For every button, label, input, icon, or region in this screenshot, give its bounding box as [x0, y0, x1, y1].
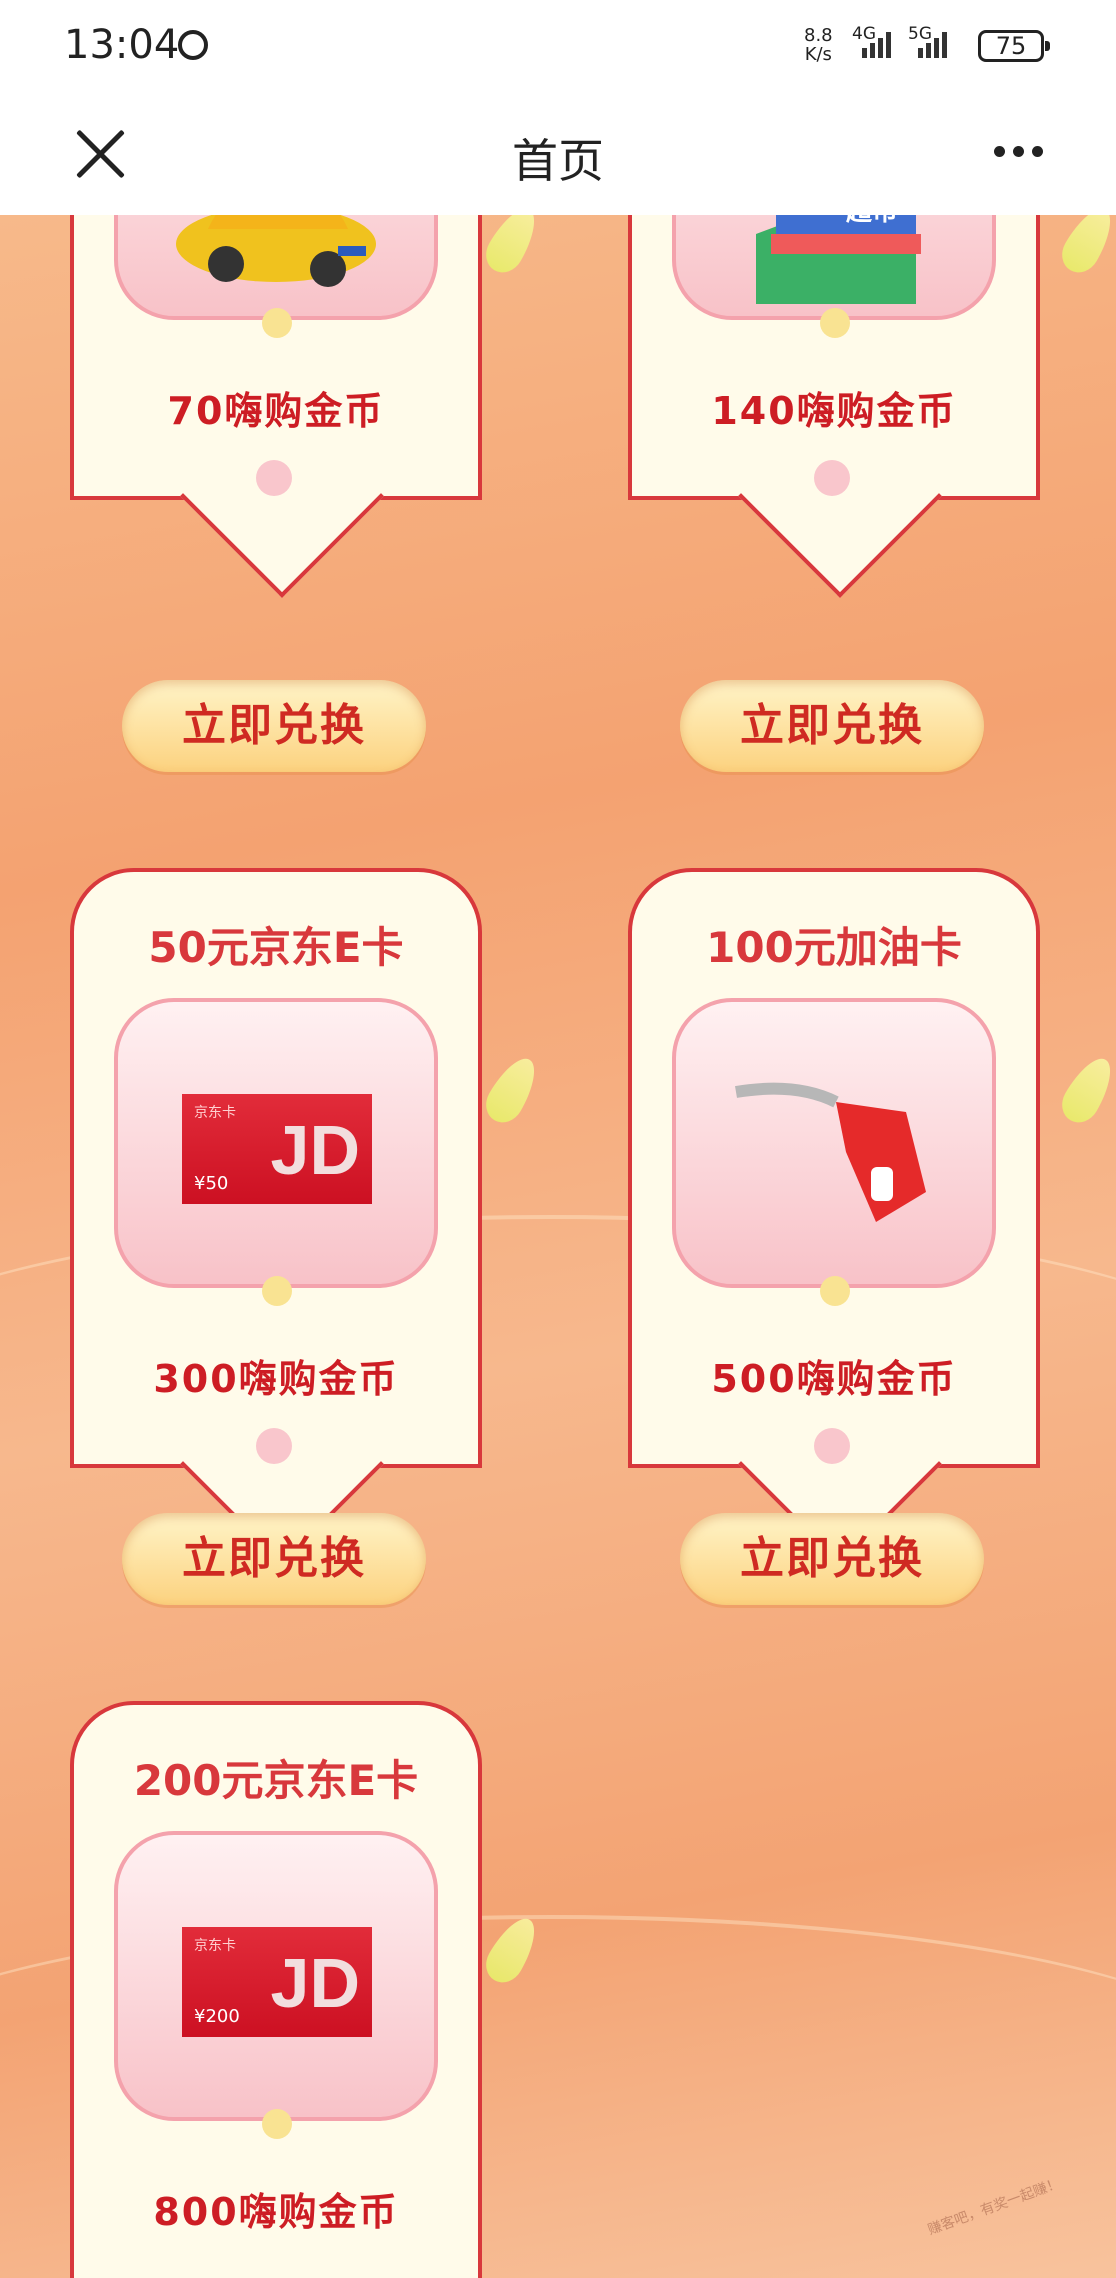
- reward-card: 50元京东E卡 京东卡 ¥50 JD 300嗨购金币: [70, 868, 482, 1508]
- reward-image: [114, 215, 438, 338]
- flower-decoration: [814, 460, 850, 496]
- leaf-decoration: [478, 1050, 546, 1130]
- redeem-button[interactable]: 立即兑换: [122, 680, 426, 772]
- status-bar: 13:04 8.8 K/s 4G 5G 75: [0, 0, 1116, 95]
- content-area: 70嗨购金币 立即兑换 超市 140嗨购金币 立即兑换 50元京东E卡 京东卡 …: [0, 215, 1116, 2278]
- flower-decoration: [256, 460, 292, 496]
- reward-image: 京东卡 ¥50 JD: [114, 998, 438, 1306]
- leaf-decoration: [1054, 1050, 1116, 1130]
- reward-card: 70嗨购金币: [70, 215, 482, 540]
- card-title: 100元加油卡: [706, 923, 962, 972]
- card-price: 140嗨购金币: [711, 389, 957, 433]
- signal-icon: [862, 32, 894, 62]
- jd-card-icon: 京东卡 ¥200 JD: [182, 1927, 372, 2037]
- card-price: 70嗨购金币: [167, 389, 385, 433]
- fuel-nozzle-icon: [735, 1082, 926, 1222]
- reward-card: 200元京东E卡 京东卡 ¥200 JD 800嗨购金币: [70, 1701, 482, 2278]
- battery-level: 75: [995, 32, 1027, 60]
- flower-decoration: [262, 1276, 292, 1306]
- supermarket-sign: 超市: [846, 215, 898, 227]
- flower-decoration: [814, 1428, 850, 1464]
- card-price: 300嗨购金币: [153, 1357, 399, 1401]
- redeem-button[interactable]: 立即兑换: [122, 1513, 426, 1605]
- card-title: 200元京东E卡: [133, 1756, 419, 1805]
- flower-decoration: [262, 2109, 292, 2139]
- reward-card: 超市 140嗨购金币: [628, 215, 1040, 540]
- redeem-button[interactable]: 立即兑换: [680, 1513, 984, 1605]
- reward-image: 京东卡 ¥200 JD: [114, 1831, 438, 2139]
- card-title: 50元京东E卡: [148, 923, 404, 972]
- flower-decoration: [262, 308, 292, 338]
- leaf-decoration: [1054, 215, 1116, 280]
- page-title: 首页: [512, 134, 604, 188]
- network-speed: 8.8 K/s: [804, 25, 833, 65]
- jd-card-icon: 京东卡 ¥50 JD: [182, 1094, 372, 1204]
- card-price: 500嗨购金币: [711, 1357, 957, 1401]
- supermarket-icon: 超市: [756, 215, 921, 304]
- status-time: 13:04: [64, 22, 180, 68]
- more-options-icon[interactable]: [994, 146, 1044, 158]
- leaf-decoration: [478, 215, 546, 280]
- alarm-icon: [178, 30, 208, 60]
- redeem-button[interactable]: 立即兑换: [680, 680, 984, 772]
- flower-decoration: [256, 1428, 292, 1464]
- flower-decoration: [820, 308, 850, 338]
- flower-decoration: [820, 1276, 850, 1306]
- reward-card: 100元加油卡 500嗨购金币: [628, 868, 1040, 1508]
- car-icon: [176, 215, 376, 287]
- card-price: 800嗨购金币: [153, 2190, 399, 2234]
- reward-image: [672, 998, 996, 1306]
- signal-icon-2: [918, 32, 950, 62]
- reward-image: 超市: [672, 215, 996, 338]
- battery-icon: 75: [978, 30, 1050, 62]
